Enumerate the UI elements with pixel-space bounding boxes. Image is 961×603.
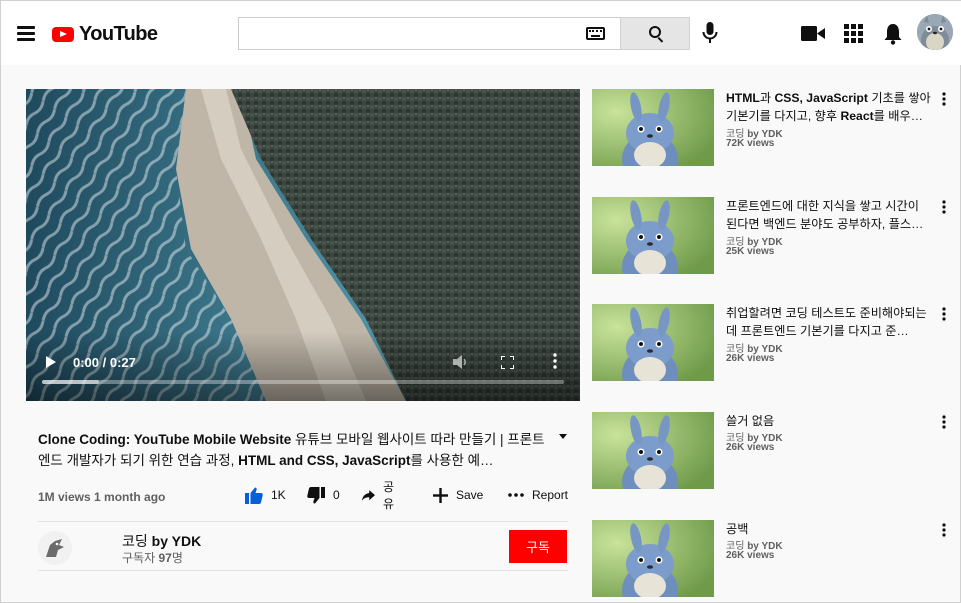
more-horizontal-icon bbox=[508, 493, 524, 497]
video-player[interactable]: 0:00 / 0:27 bbox=[26, 89, 580, 401]
related-video-views: 26K views bbox=[726, 442, 775, 453]
subscribe-button[interactable]: 구독 bbox=[509, 530, 567, 563]
video-camera-icon[interactable] bbox=[801, 25, 825, 42]
more-vertical-icon[interactable] bbox=[942, 523, 946, 537]
time-display: 0:00 / 0:27 bbox=[73, 355, 136, 370]
dislike-button[interactable]: 0 bbox=[307, 486, 340, 504]
channel-name-prefix: 코딩 bbox=[122, 533, 152, 549]
related-video-item[interactable]: HTML과 CSS, JavaScript 기초를 쌓아 기본기를 다지고, 향… bbox=[592, 89, 952, 166]
keyboard-icon[interactable] bbox=[586, 27, 605, 40]
more-vertical-icon[interactable] bbox=[942, 92, 946, 106]
channel-row: 코딩 by YDK 구독자 97명 구독 bbox=[38, 521, 568, 571]
video-title: Clone Coding: YouTube Mobile Website 유튜브… bbox=[38, 429, 550, 471]
thumbs-down-icon bbox=[307, 486, 325, 503]
thumbs-up-icon bbox=[245, 487, 263, 504]
related-video-item[interactable]: 공백 코딩 by YDK 26K views bbox=[592, 520, 952, 597]
youtube-logo[interactable]: YouTube bbox=[52, 21, 158, 47]
video-title-part: HTML and CSS, JavaScript bbox=[238, 453, 411, 468]
search-input[interactable] bbox=[239, 18, 569, 49]
like-count: 1K bbox=[271, 488, 286, 502]
share-label: 공유 bbox=[383, 480, 395, 511]
report-button[interactable]: Report bbox=[508, 486, 568, 504]
hamburger-menu-icon[interactable] bbox=[15, 24, 37, 42]
subs-suffix: 명 bbox=[171, 551, 183, 565]
save-button[interactable]: Save bbox=[433, 486, 483, 504]
related-video-views: 26K views bbox=[726, 353, 775, 364]
related-video-thumbnail[interactable] bbox=[592, 304, 714, 381]
related-video-views: 72K views bbox=[726, 138, 775, 149]
related-video-views: 25K views bbox=[726, 246, 775, 257]
progress-bar[interactable] bbox=[42, 380, 564, 384]
more-vertical-icon[interactable] bbox=[942, 415, 946, 429]
bell-icon[interactable] bbox=[883, 23, 903, 45]
related-video-thumbnail[interactable] bbox=[592, 412, 714, 489]
play-button[interactable] bbox=[46, 356, 56, 368]
related-video-title[interactable]: 공백 bbox=[726, 520, 932, 538]
fullscreen-icon[interactable] bbox=[501, 356, 514, 369]
dislike-count: 0 bbox=[333, 488, 340, 502]
subs-count: 97 bbox=[158, 551, 172, 565]
related-video-title[interactable]: 쓸거 없음 bbox=[726, 412, 932, 430]
more-vertical-icon[interactable] bbox=[942, 200, 946, 214]
apps-grid-icon[interactable] bbox=[844, 24, 863, 43]
logo-text: YouTube bbox=[79, 22, 158, 45]
share-icon bbox=[362, 489, 376, 501]
top-header: YouTube bbox=[1, 1, 961, 65]
search-icon bbox=[649, 26, 661, 38]
related-video-item[interactable]: 쓸거 없음 코딩 by YDK 26K views bbox=[592, 412, 952, 489]
related-video-title[interactable]: 취업할려면 코딩 테스트도 준비해야되는데 프론트엔드 기본기를 다지고 준… bbox=[726, 304, 932, 340]
channel-avatar[interactable] bbox=[38, 531, 72, 565]
channel-name[interactable]: 코딩 by YDK bbox=[122, 531, 201, 551]
user-avatar[interactable] bbox=[917, 14, 953, 50]
video-meta: 1M views 1 month ago bbox=[38, 490, 166, 504]
video-title-part: Clone Coding: YouTube Mobile Website bbox=[38, 432, 292, 447]
report-label: Report bbox=[532, 488, 569, 502]
search-box bbox=[238, 17, 620, 50]
related-video-thumbnail[interactable] bbox=[592, 197, 714, 274]
like-button[interactable]: 1K bbox=[245, 486, 286, 504]
related-video-title[interactable]: 프론트엔드에 대한 지식을 쌓고 시간이 된다면 백엔드 분야도 공부하자, 플… bbox=[726, 197, 932, 233]
expand-description-icon[interactable] bbox=[559, 434, 567, 439]
video-title-part: 를 사용한 예… bbox=[410, 453, 494, 468]
progress-buffered bbox=[42, 380, 100, 384]
related-video-views: 26K views bbox=[726, 550, 775, 561]
related-video-thumbnail[interactable] bbox=[592, 520, 714, 597]
related-video-title[interactable]: HTML과 CSS, JavaScript 기초를 쌓아 기본기를 다지고, 향… bbox=[726, 89, 932, 125]
subs-prefix: 구독자 bbox=[122, 551, 159, 565]
volume-icon[interactable] bbox=[453, 355, 469, 369]
related-video-item[interactable]: 취업할려면 코딩 테스트도 준비해야되는데 프론트엔드 기본기를 다지고 준… 코… bbox=[592, 304, 952, 381]
player-controls: 0:00 / 0:27 bbox=[26, 331, 580, 401]
more-vertical-icon[interactable] bbox=[942, 307, 946, 321]
youtube-play-logo-icon bbox=[52, 26, 74, 42]
related-video-item[interactable]: 프론트엔드에 대한 지식을 쌓고 시간이 된다면 백엔드 분야도 공부하자, 플… bbox=[592, 197, 952, 274]
subscriber-count: 구독자 97명 bbox=[122, 549, 183, 566]
player-more-options-icon[interactable] bbox=[553, 353, 557, 369]
related-video-thumbnail[interactable] bbox=[592, 89, 714, 166]
share-button[interactable]: 공유 bbox=[362, 480, 399, 511]
plus-icon bbox=[433, 487, 448, 503]
channel-name-suffix: by YDK bbox=[151, 533, 202, 549]
search-button[interactable] bbox=[620, 17, 690, 50]
save-label: Save bbox=[456, 488, 484, 502]
microphone-icon[interactable] bbox=[702, 22, 718, 44]
